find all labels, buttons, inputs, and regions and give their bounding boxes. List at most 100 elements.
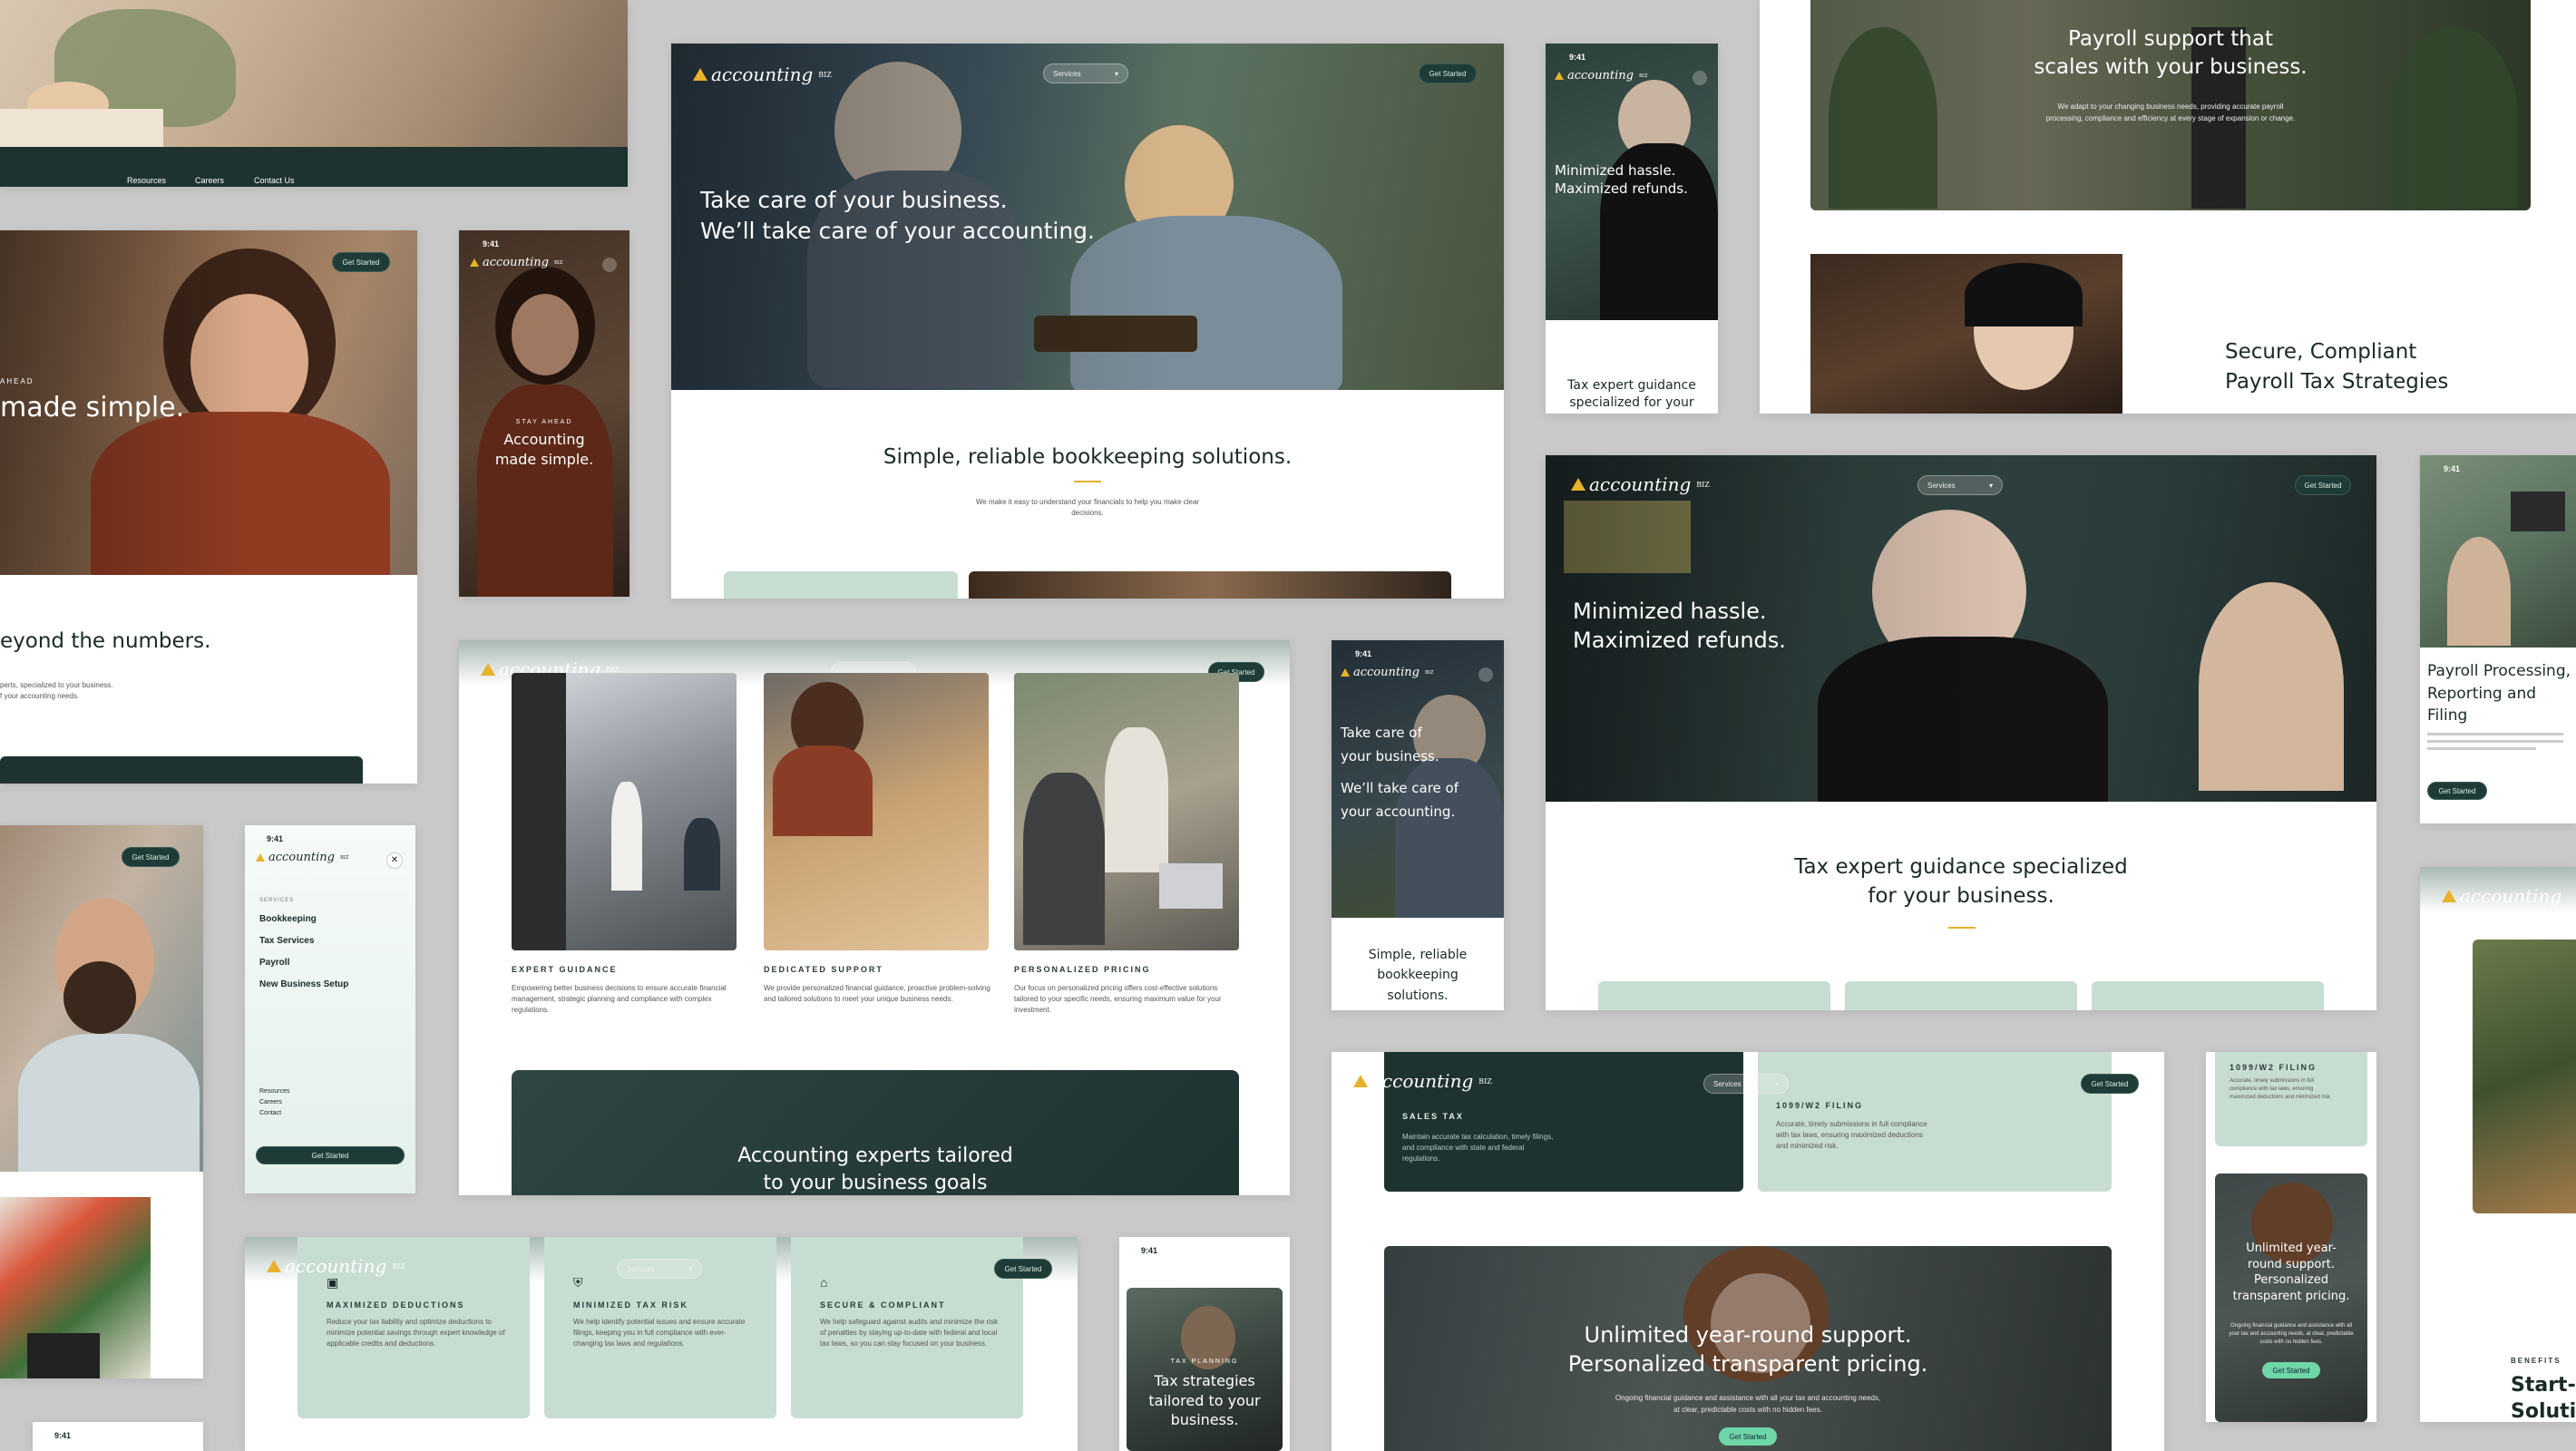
hero-body: Ongoing financial guidance and assistanc…	[2229, 1323, 2354, 1345]
hero-body: Ongoing financial guidance and assistanc…	[1615, 1394, 1881, 1414]
get-started-button[interactable]: Get Started	[332, 252, 390, 272]
feature-tile	[2092, 981, 2324, 1010]
logo-mark-icon	[470, 258, 479, 267]
brand-logo[interactable]: accounting BIZ	[256, 851, 348, 864]
banner-headline: Accounting experts tailored to your busi…	[737, 1144, 1013, 1194]
card-minimized-hassle: accounting BIZ Services ▾ Get Started Mini…	[1546, 455, 2376, 1010]
menu-link-contact[interactable]: Contact	[259, 1110, 281, 1116]
logo-mark-icon	[267, 1260, 281, 1272]
card-left-man: Get Started	[0, 825, 203, 1378]
get-started-button[interactable]: Get Started	[256, 1146, 405, 1164]
get-started-button[interactable]: Get Started	[2262, 1362, 2320, 1378]
hero-headline: Tax strategies tailored to your business…	[1148, 1372, 1261, 1429]
hero-headline: Unlimited year- round support. Personali…	[2232, 1242, 2350, 1303]
hero-headline: Accounting made simple.	[494, 431, 594, 468]
get-started-button[interactable]: Get Started	[2427, 782, 2487, 800]
brand-logo[interactable]: accounting BIZ	[1353, 1070, 1492, 1092]
brand-logo[interactable]: accounting BIZ	[267, 1255, 405, 1277]
services-dropdown[interactable]: Services ▾	[1703, 1074, 1789, 1094]
eyebrow: TAX PLANNING	[1170, 1358, 1239, 1365]
section-body: We make it easy to understand your finan…	[975, 498, 1200, 517]
phone-support: 1099/W2 FILING Accurate, timely submissi…	[2206, 1052, 2376, 1422]
logo-mark-icon	[1555, 72, 1564, 80]
get-started-button[interactable]: Get Started	[994, 1259, 1052, 1279]
logo-mark-icon	[1353, 1075, 1368, 1087]
logo-mark-icon	[2442, 890, 2456, 902]
hero-headline: Minimized hassle. Maximized refunds.	[1555, 162, 1688, 198]
services-dropdown[interactable]: Services ▾	[617, 1259, 702, 1279]
filing-tile: 1099/W2 FILING Accurate, timely submissi…	[1758, 1052, 2112, 1192]
hero-headline: Take care of your business. We’ll take c…	[700, 187, 1095, 244]
section-title: Simple, reliable bookkeeping solutions.	[1368, 948, 1468, 1003]
brand-logo[interactable]: accounting	[2442, 885, 2561, 907]
menu-section-label: SERVICES	[259, 898, 295, 903]
eyebrow: BENEFITS	[2511, 1357, 2561, 1365]
photo-blurred-greenery	[2473, 940, 2576, 1213]
chevron-down-icon: ▾	[1988, 481, 1993, 490]
menu-item-tax-services[interactable]: Tax Services	[259, 936, 314, 946]
card-top-left: Resources Careers Contact Us	[0, 0, 628, 187]
accent-divider	[1948, 927, 1976, 929]
benefit-title: MINIMIZED TAX RISK	[573, 1300, 688, 1310]
chevron-down-icon: ▾	[688, 1264, 692, 1273]
photo-plants	[0, 1197, 151, 1378]
section-title: Tax expert guidance specialized for your	[1567, 378, 1696, 410]
brand-logo[interactable]: accounting BIZ	[693, 63, 832, 85]
nav-resources[interactable]: Resources	[127, 176, 166, 185]
close-icon[interactable]: ✕	[386, 852, 403, 869]
menu-item-new-business[interactable]: New Business Setup	[259, 979, 348, 989]
menu-icon[interactable]	[1478, 667, 1493, 682]
secure-photo-woman	[1810, 254, 2122, 414]
hero-headline: Take care of your business. We’ll take c…	[1341, 725, 1459, 820]
menu-link-resources[interactable]: Resources	[259, 1088, 289, 1095]
chevron-down-icon: ▾	[1114, 69, 1118, 78]
brand-logo[interactable]: accounting BIZ	[1555, 69, 1647, 83]
phone-made-simple: 9:41 accounting BIZ STAY AHEAD Accounting…	[459, 230, 629, 597]
receipt-icon: ▣	[327, 1275, 339, 1290]
secure-title: Secure, Compliant Payroll Tax Strategies	[2225, 340, 2449, 394]
menu-icon[interactable]	[1693, 71, 1707, 85]
feature-photo	[969, 571, 1451, 599]
eyebrow: STAY AHEAD	[515, 419, 573, 425]
logo-mark-icon	[1341, 668, 1350, 677]
phone-bottom-stub: 9:41	[33, 1422, 203, 1451]
feature-title: EXPERT GUIDANCE	[512, 965, 618, 974]
phone-menu: 9:41 accounting BIZ ✕ SERVICES Bookkeepin…	[245, 825, 415, 1193]
brand-logo[interactable]: accounting BIZ	[1571, 473, 1710, 495]
feature-body: Our focus on personalized pricing offers…	[1014, 984, 1222, 1014]
menu-link-careers[interactable]: Careers	[259, 1099, 282, 1105]
card-expert-guidance: accounting BIZ Services ▾ Get Started EXPE…	[459, 640, 1290, 1195]
brand-logo[interactable]: accounting BIZ	[470, 256, 562, 269]
menu-item-payroll[interactable]: Payroll	[259, 958, 289, 968]
phone-photo-desk	[2420, 455, 2576, 648]
card-unlimited-support: SALES TAX Maintain accurate tax calculat…	[1332, 1052, 2164, 1451]
get-started-button[interactable]: Get Started	[122, 847, 180, 867]
section-title: Start- Soluti	[2511, 1374, 2576, 1422]
section-title: Tax expert guidance specialized for your…	[1794, 855, 2128, 909]
phone-minimized: 9:41 accounting BIZ Minimized hassle. Max…	[1546, 44, 1718, 414]
get-started-button[interactable]: Get Started	[1419, 63, 1477, 83]
feature-body: We provide personalized financial guidan…	[764, 984, 990, 1003]
benefit-body: Reduce your tax liability and optimize d…	[327, 1318, 505, 1348]
get-started-button[interactable]: Get Started	[2295, 475, 2351, 495]
menu-icon[interactable]	[602, 258, 617, 272]
feature-tile	[724, 571, 958, 599]
nav-contact[interactable]: Contact Us	[254, 176, 295, 185]
get-started-button-secondary[interactable]: Get Started	[1719, 1427, 1777, 1446]
brand-logo[interactable]: accounting BIZ	[1341, 666, 1433, 679]
feature-body: Empowering better business decisions to …	[512, 984, 727, 1014]
benefit-body: We help safeguard against audits and min…	[820, 1318, 998, 1348]
services-dropdown[interactable]: Services ▾	[1917, 475, 2003, 495]
benefit-title: MAXIMIZED DEDUCTIONS	[327, 1300, 465, 1310]
card-payroll-secure: Payroll support that scales with your bu…	[1760, 0, 2576, 414]
card-right-benefits: accounting BENEFITS Start- Soluti	[2420, 867, 2576, 1422]
footer-nav: Resources Careers Contact Us	[0, 147, 628, 187]
logo-mark-icon	[1571, 478, 1586, 491]
menu-item-bookkeeping[interactable]: Bookkeeping	[259, 914, 317, 924]
nav-careers[interactable]: Careers	[195, 176, 224, 185]
card-made-simple: Get Started AHEAD made simple. eyond the…	[0, 230, 417, 784]
eyebrow: AHEAD	[0, 377, 34, 385]
get-started-button[interactable]: Get Started	[2081, 1074, 2139, 1094]
phone-payroll-processing: 9:41 Payroll Processing, Reporting and F…	[2420, 455, 2576, 823]
services-dropdown[interactable]: Services ▾	[1043, 63, 1128, 83]
